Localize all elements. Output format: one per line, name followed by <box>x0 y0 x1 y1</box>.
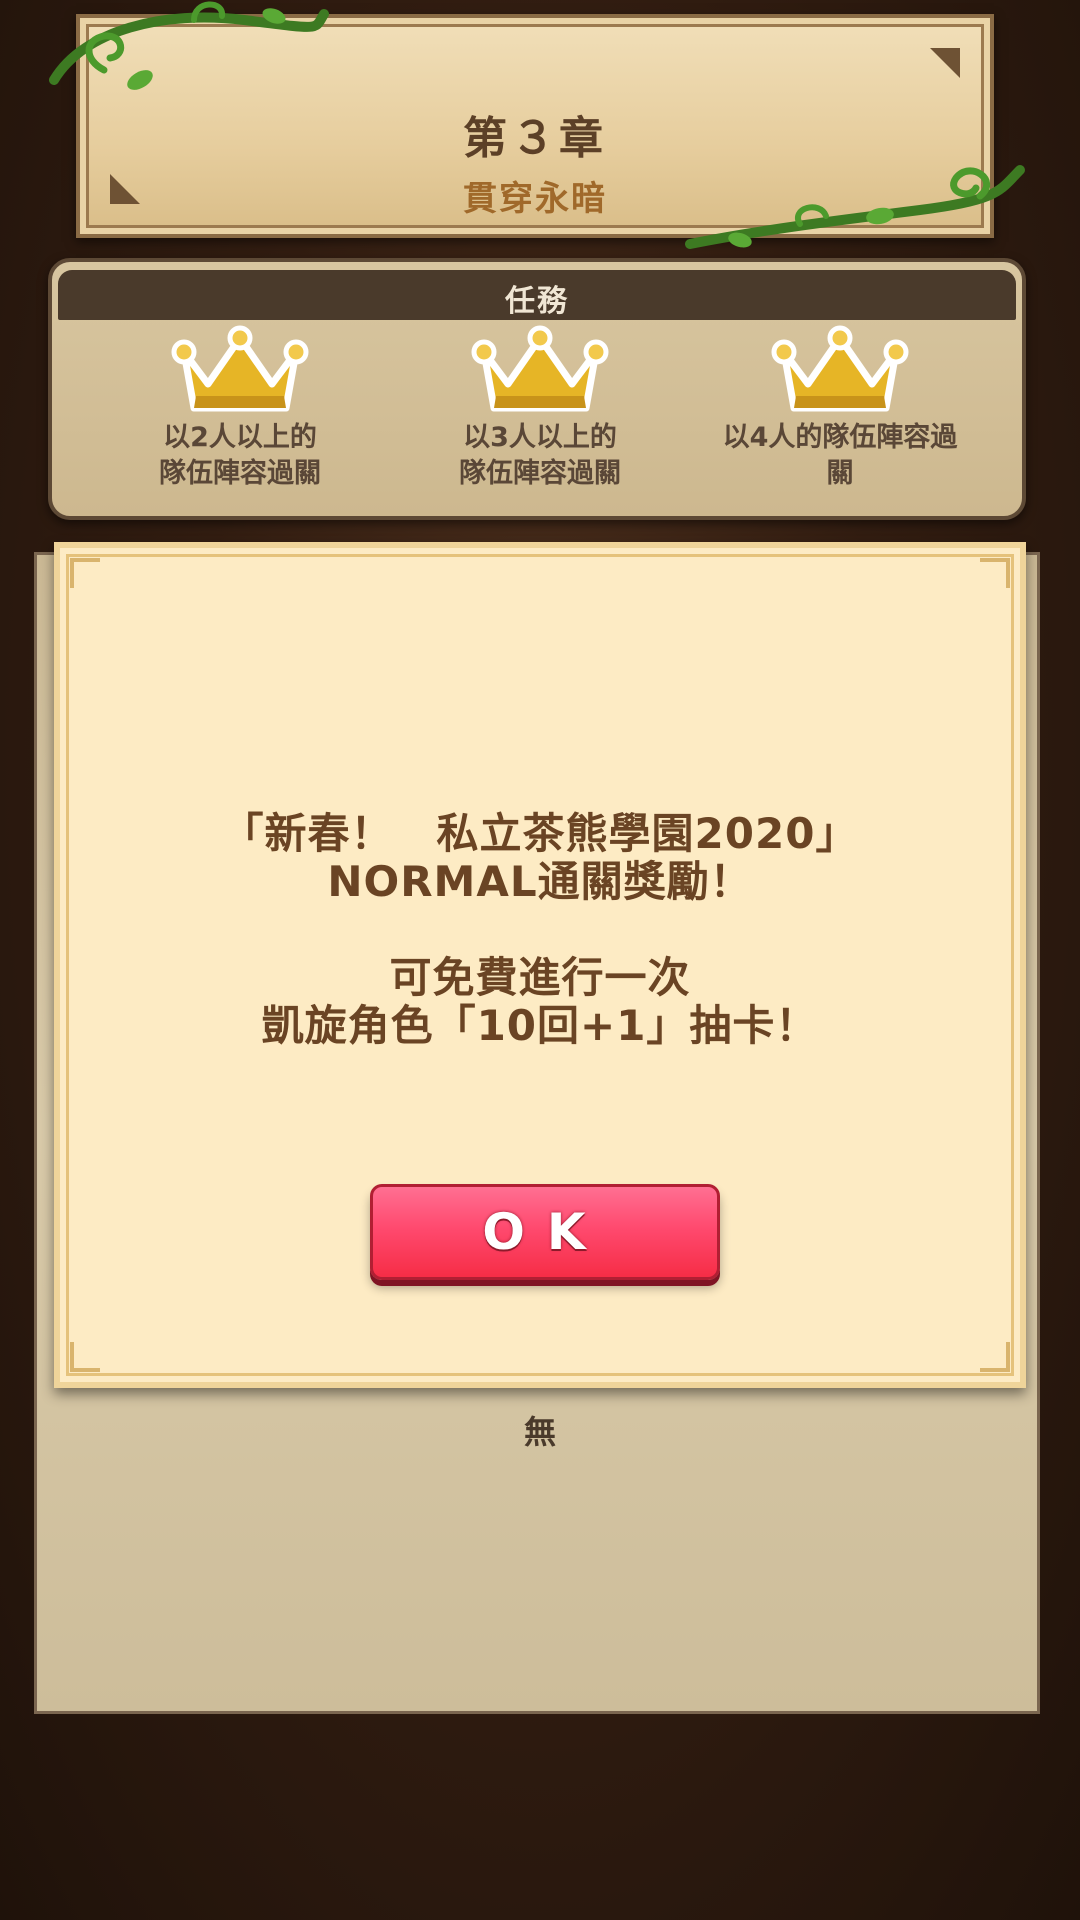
vine-decoration-top-right-icon <box>685 165 1025 249</box>
mission-text-line: 以3人以上的 <box>463 422 617 453</box>
missions-title: 任務 <box>505 284 569 319</box>
mission-text-line: 隊伍陣容過關 <box>159 458 321 489</box>
dialog-message-line: 可免費進行一次 <box>389 953 691 1002</box>
mission-item: 以3人以上的 隊伍陣容過關 <box>390 322 690 502</box>
reward-dialog: 「新春！ 私立茶熊學園2020」 NORMAL通關獎勵！ 可免費進行一次 凱旋角… <box>54 542 1026 1388</box>
dialog-message-line: 「新春！ 私立茶熊學園2020」 <box>221 809 859 858</box>
dialog-message-line: 凱旋角色「10回+1」抽卡！ <box>261 1001 819 1050</box>
mission-text-line: 以4人的隊伍陣容過 <box>722 422 958 453</box>
mission-text-line: 以2人以上的 <box>163 422 317 453</box>
mission-text-line: 關 <box>826 458 854 489</box>
dialog-corner-ornament <box>980 1342 1010 1372</box>
rewards-empty-text: 無 <box>523 1413 556 1451</box>
mission-text-line: 隊伍陣容過關 <box>459 458 621 489</box>
mission-item: 以4人的隊伍陣容過 關 <box>690 322 990 502</box>
ok-button[interactable]: OK <box>370 1184 720 1280</box>
dialog-corner-ornament <box>70 1342 100 1372</box>
dialog-message-line: NORMAL通關獎勵！ <box>327 857 753 906</box>
crown-icon <box>171 325 309 412</box>
missions-header: 任務 <box>58 270 1016 320</box>
crown-icon <box>471 325 609 412</box>
dialog-message: 「新春！ 私立茶熊學園2020」 NORMAL通關獎勵！ 可免費進行一次 凱旋角… <box>60 810 1020 1050</box>
dialog-corner-ornament <box>70 558 100 588</box>
vine-decoration-top-left-icon <box>49 1 329 90</box>
dialog-corner-ornament <box>980 558 1010 588</box>
banner-corner-ornament <box>930 48 960 78</box>
mission-item: 以2人以上的 隊伍陣容過關 <box>90 322 390 502</box>
crown-icon <box>771 325 909 412</box>
